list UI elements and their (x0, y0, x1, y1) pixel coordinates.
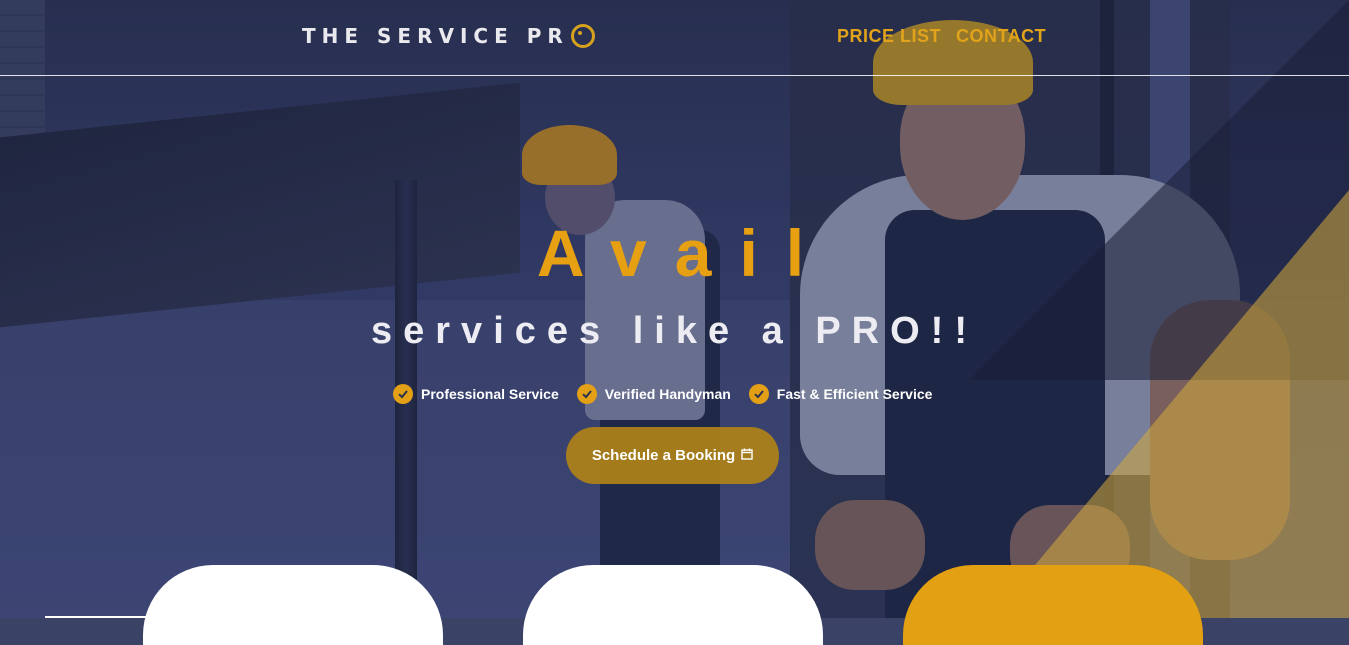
main-nav: PRICE LIST CONTACT (837, 26, 1046, 47)
feature-item: Verified Handyman (576, 384, 731, 404)
feature-item: Fast & Efficient Service (748, 384, 933, 404)
schedule-booking-button[interactable]: Schedule a Booking (566, 427, 779, 484)
check-circle-icon (576, 384, 597, 404)
service-card[interactable] (523, 565, 823, 645)
site-header: THE SERVICE PR PRICE LIST CONTACT (0, 0, 1349, 76)
nav-price-list[interactable]: PRICE LIST (837, 26, 941, 47)
check-circle-icon (748, 384, 769, 404)
hero-headline: Avail (536, 216, 833, 290)
schedule-booking-label: Schedule a Booking (591, 447, 736, 464)
feature-label: Verified Handyman (604, 386, 731, 402)
service-card[interactable] (143, 565, 443, 645)
feature-item: Professional Service (393, 384, 559, 404)
site-logo[interactable]: THE SERVICE PR (302, 24, 595, 48)
feature-list: Professional Service Verified Handyman F… (393, 384, 932, 404)
service-card[interactable] (903, 565, 1203, 645)
hero-background (0, 0, 1349, 618)
check-circle-icon (393, 384, 413, 404)
feature-label: Fast & Efficient Service (776, 386, 933, 402)
calendar-icon (741, 447, 753, 464)
feature-label: Professional Service (421, 386, 559, 402)
nav-contact[interactable]: CONTACT (956, 26, 1046, 47)
logo-gear-icon (570, 24, 595, 48)
logo-text: THE SERVICE PR (302, 24, 569, 48)
hero-subheadline: services like a PRO!! (371, 310, 978, 352)
